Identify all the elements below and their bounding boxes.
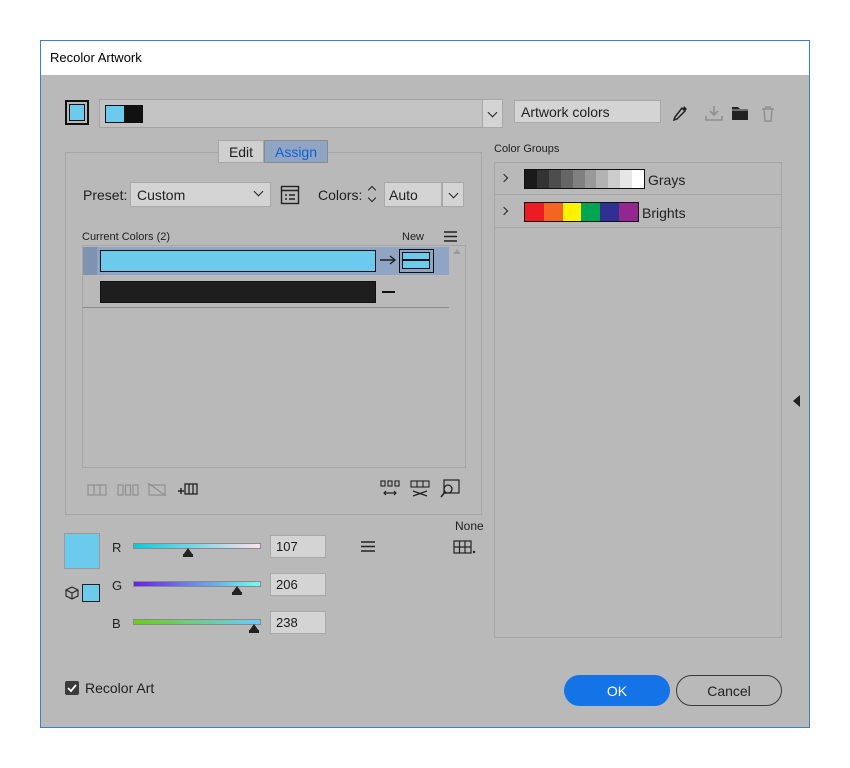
tab-edit[interactable]: Edit — [218, 140, 264, 163]
r-value: 107 — [276, 539, 298, 554]
checkmark-icon — [67, 684, 77, 693]
row-divider — [83, 307, 449, 308]
cancel-button-label: Cancel — [707, 682, 751, 699]
r-channel-label: R — [112, 540, 122, 555]
scrollbar-up-icon[interactable] — [453, 248, 461, 254]
preset-dropdown[interactable]: Custom — [130, 182, 271, 207]
expand-chevron-icon[interactable] — [499, 206, 509, 216]
g-value: 206 — [276, 577, 298, 592]
color-preview-swatch — [64, 533, 100, 569]
separate-colors-icon[interactable] — [117, 484, 139, 496]
color-group-brights[interactable]: Brights — [495, 196, 781, 228]
eyedropper-icon[interactable] — [671, 104, 689, 122]
collapse-panel-arrow-icon[interactable] — [793, 395, 800, 407]
color-groups-panel — [494, 162, 782, 638]
g-value-field[interactable]: 206 — [270, 573, 326, 596]
no-new-color-dash — [382, 291, 395, 293]
colors-stepper[interactable] — [364, 182, 382, 207]
preset-value: Custom — [137, 187, 186, 203]
randomly-change-order-icon[interactable] — [380, 480, 400, 498]
arrow-right-icon[interactable] — [380, 255, 398, 265]
gamut-swatch[interactable] — [82, 584, 100, 602]
chevron-down-icon — [448, 188, 458, 198]
current-color-bar-black[interactable] — [100, 281, 376, 303]
color-reduction-options-icon[interactable] — [280, 185, 300, 205]
harmony-dropdown-arrow[interactable] — [482, 99, 503, 128]
title-bar: Recolor Artwork — [41, 41, 809, 75]
artwork-colors-name-field[interactable]: Artwork colors — [514, 100, 661, 123]
r-slider-track[interactable] — [133, 543, 261, 549]
tab-assign-label: Assign — [274, 143, 318, 160]
colors-count-field[interactable]: Auto — [384, 182, 442, 207]
exclude-colors-icon[interactable] — [147, 482, 167, 497]
randomly-change-saturation-icon[interactable] — [410, 480, 430, 498]
chevron-down-icon — [253, 186, 264, 197]
tab-assign[interactable]: Assign — [264, 140, 328, 163]
preset-label: Preset: — [83, 187, 128, 203]
window-title: Recolor Artwork — [50, 50, 142, 65]
colors-count-dropdown-arrow[interactable] — [442, 182, 464, 207]
g-slider-thumb[interactable] — [232, 586, 242, 595]
b-value-field[interactable]: 238 — [270, 611, 326, 634]
new-row-icon[interactable] — [177, 482, 199, 497]
trash-icon[interactable] — [760, 105, 776, 122]
new-column-header: New — [402, 231, 425, 243]
ok-button[interactable]: OK — [564, 675, 670, 706]
r-slider-thumb[interactable] — [183, 548, 193, 557]
harmony-swatch-blue — [106, 106, 125, 122]
save-group-icon[interactable] — [705, 105, 723, 121]
brights-swatch-strip — [524, 202, 639, 222]
none-label: None — [455, 519, 484, 533]
b-slider-track[interactable] — [133, 619, 261, 625]
new-color-swatch-blue[interactable] — [399, 249, 434, 273]
cancel-button[interactable]: Cancel — [676, 675, 782, 706]
artwork-colors-text: Artwork colors — [521, 104, 610, 120]
active-color-swatch[interactable] — [65, 100, 89, 125]
b-slider-thumb[interactable] — [249, 624, 259, 633]
out-of-gamut-cube-icon[interactable] — [65, 586, 79, 600]
grays-swatch-strip — [524, 169, 645, 189]
tab-edit-label: Edit — [228, 143, 254, 160]
current-colors-header: Current Colors (2) — [82, 231, 171, 243]
folder-icon[interactable] — [731, 105, 749, 121]
recolor-art-checkbox[interactable] — [65, 681, 79, 695]
ok-button-label: OK — [606, 682, 628, 699]
r-value-field[interactable]: 107 — [270, 535, 326, 558]
color-mode-grid-icon[interactable] — [453, 540, 476, 554]
g-channel-label: G — [112, 578, 123, 593]
find-color-icon[interactable] — [440, 479, 460, 498]
color-group-grays[interactable]: Grays — [495, 163, 781, 195]
chevron-down-icon — [487, 107, 498, 117]
b-value: 238 — [276, 615, 298, 630]
grays-group-name: Grays — [648, 172, 686, 188]
colors-label: Colors: — [318, 187, 363, 203]
hamburger-menu-icon[interactable] — [444, 231, 457, 242]
current-color-bar-blue[interactable] — [100, 250, 376, 272]
recolor-artwork-dialog: Recolor Artwork Artwork colors Edit Assi… — [40, 40, 810, 728]
color-groups-header: Color Groups — [494, 143, 560, 155]
expand-chevron-icon[interactable] — [499, 173, 509, 183]
b-channel-label: B — [112, 616, 121, 631]
current-colors-list — [82, 245, 466, 468]
harmony-swatch-black — [125, 106, 142, 122]
merge-colors-icon[interactable] — [87, 484, 107, 496]
slider-options-menu-icon[interactable] — [361, 541, 375, 552]
brights-group-name: Brights — [642, 205, 686, 221]
harmony-rules-dropdown[interactable] — [99, 99, 483, 128]
recolor-art-label: Recolor Art — [85, 680, 155, 696]
colors-count-value: Auto — [389, 187, 418, 203]
